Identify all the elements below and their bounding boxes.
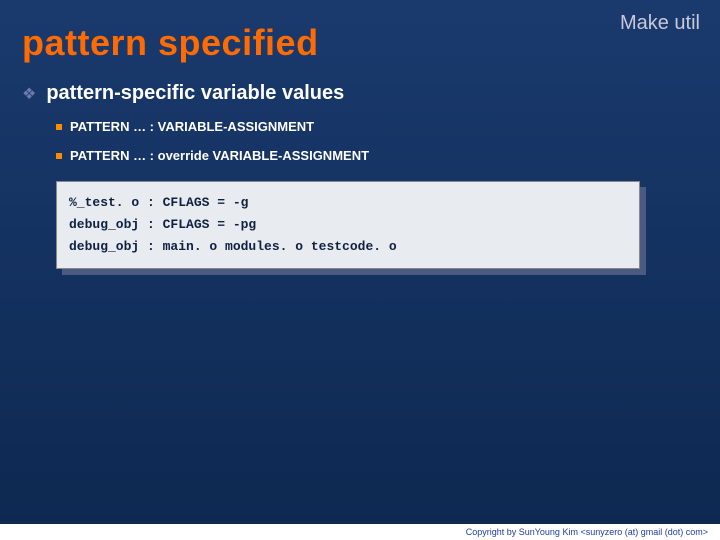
subtitle-text: pattern-specific variable values bbox=[46, 82, 344, 105]
header-label: Make util bbox=[620, 12, 700, 35]
item-text: PATTERN … : VARIABLE-ASSIGNMENT bbox=[70, 119, 314, 134]
slide-title: pattern specified bbox=[0, 0, 720, 64]
square-bullet-icon bbox=[56, 124, 62, 130]
footer-copyright: Copyright by SunYoung Kim <sunyzero (at)… bbox=[0, 524, 720, 540]
diamond-bullet-icon: ❖ bbox=[22, 84, 36, 104]
code-line: %_test. o : CFLAGS = -g bbox=[69, 195, 248, 210]
item-text: PATTERN … : override VARIABLE-ASSIGNMENT bbox=[70, 148, 369, 163]
code-box: %_test. o : CFLAGS = -g debug_obj : CFLA… bbox=[56, 181, 640, 269]
code-line: debug_obj : CFLAGS = -pg bbox=[69, 217, 256, 232]
subtitle-row: ❖ pattern-specific variable values bbox=[0, 64, 720, 105]
list-item: PATTERN … : VARIABLE-ASSIGNMENT bbox=[0, 119, 720, 134]
code-line: debug_obj : main. o modules. o testcode.… bbox=[69, 239, 397, 254]
list-item: PATTERN … : override VARIABLE-ASSIGNMENT bbox=[0, 148, 720, 163]
square-bullet-icon bbox=[56, 153, 62, 159]
code-block: %_test. o : CFLAGS = -g debug_obj : CFLA… bbox=[56, 181, 640, 269]
